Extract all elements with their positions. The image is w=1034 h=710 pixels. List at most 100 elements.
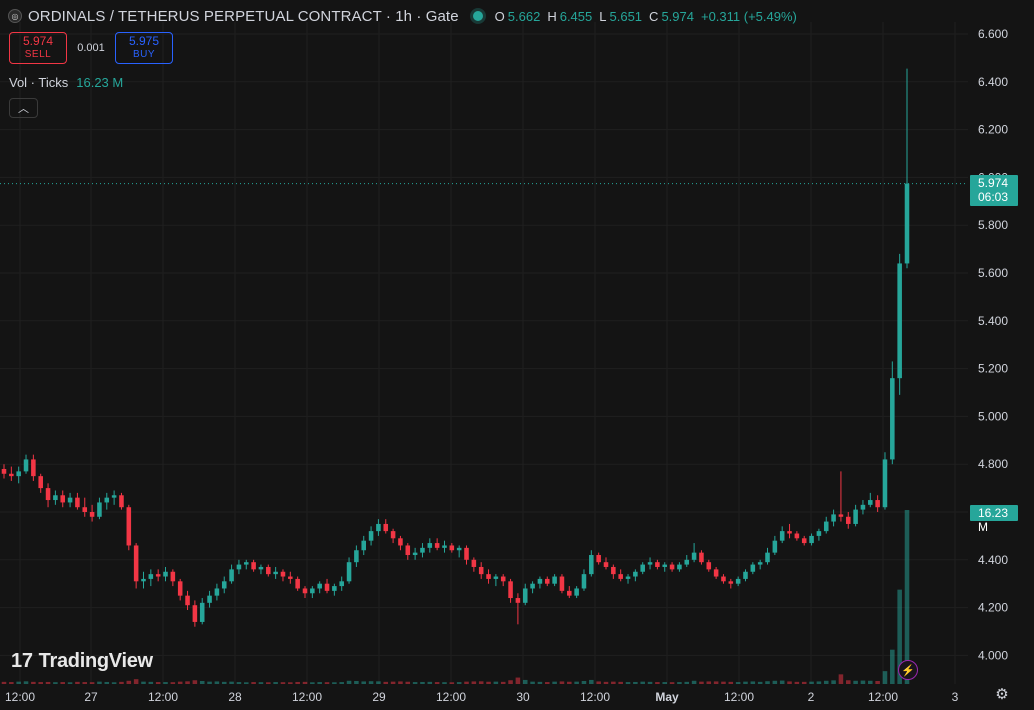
candle-body — [361, 540, 367, 551]
candle — [904, 68, 910, 269]
candle-body — [354, 550, 359, 563]
candle — [434, 538, 440, 551]
price-axis[interactable]: 6.6006.4006.2006.0005.8005.6005.4005.200… — [968, 0, 1034, 684]
time-axis[interactable]: 12:00 27 12:00 28 12:00 29 12:00 30 12:00 May 12:0… — [0, 684, 1034, 710]
volume-bar — [243, 682, 249, 684]
candle — [126, 504, 132, 551]
candle-body — [493, 576, 499, 579]
volume-bar — [669, 682, 675, 684]
price-tick-label: 4.000 — [978, 648, 1008, 662]
buy-button[interactable]: 5.975 BUY — [115, 32, 173, 64]
candle-body — [192, 605, 198, 622]
candle-body — [530, 583, 535, 589]
sell-button[interactable]: 5.974 SELL — [9, 32, 67, 64]
volume-bar — [515, 677, 521, 684]
candle — [662, 562, 668, 572]
price-axis-bg — [968, 0, 1034, 684]
candle-body — [611, 566, 616, 575]
volume-bar — [522, 679, 528, 684]
candle — [141, 571, 146, 589]
candle — [60, 490, 66, 508]
volume-bar — [75, 681, 80, 684]
chart-legend-header: ◎ ORDINALS / TETHERUS PERPETUAL CONTRACT… — [8, 6, 801, 26]
volume-bar — [890, 649, 895, 684]
candle — [816, 528, 822, 541]
volume-bar — [589, 679, 594, 684]
candle — [45, 483, 51, 508]
candle-body — [75, 497, 80, 508]
collapse-legend-button[interactable]: ︿ — [9, 98, 38, 118]
candle — [868, 492, 873, 508]
volume-bar — [471, 681, 477, 684]
symbol-title[interactable]: ORDINALS / TETHERUS PERPETUAL CONTRACT ·… — [28, 8, 459, 25]
gear-icon[interactable]: ⚙ — [994, 687, 1010, 703]
volume-bar — [596, 681, 601, 684]
volume-bar — [251, 682, 256, 684]
candle — [794, 531, 800, 541]
candle — [133, 543, 139, 589]
candle-body — [691, 552, 697, 560]
candle-body — [412, 552, 418, 556]
volume-bar — [1, 681, 7, 684]
time-tick-label: 12:00 — [580, 690, 610, 704]
price-chart[interactable]: 6.6006.4006.2006.0005.8005.6005.4005.200… — [0, 0, 1034, 710]
candle-body — [119, 495, 124, 508]
volume-bar — [493, 681, 499, 684]
candle-body — [280, 571, 286, 577]
candle-body — [471, 559, 477, 567]
candle — [801, 535, 807, 546]
candle — [633, 569, 638, 582]
candle-body — [706, 562, 712, 570]
volume-bar — [537, 681, 543, 684]
lightning-icon[interactable]: ⚡ — [898, 660, 918, 680]
candle-body — [133, 545, 139, 582]
candle-body — [537, 578, 543, 584]
chart-grid — [0, 22, 968, 684]
candle-body — [596, 555, 601, 563]
candle — [82, 497, 88, 517]
time-tick-label: 27 — [84, 690, 98, 704]
candle-body — [655, 562, 660, 567]
candle-body — [434, 543, 440, 548]
candle — [163, 566, 168, 582]
candle-body — [508, 581, 513, 599]
chevron-up-icon: ︿ — [18, 103, 29, 115]
candle — [706, 559, 712, 572]
volume-bar — [456, 682, 462, 684]
volume-legend-value: 16.23 M — [76, 75, 124, 90]
candle-body — [757, 562, 763, 565]
candle — [53, 490, 58, 505]
time-tick-label: 12:00 — [724, 690, 754, 704]
volume-bar — [111, 682, 117, 684]
candle-body — [897, 263, 902, 379]
volume-bar — [838, 674, 844, 684]
candle-body — [346, 562, 352, 582]
volume-bar — [383, 681, 389, 684]
tradingview-logo[interactable]: 17 TradingView — [11, 650, 153, 673]
spread-value: 0.001 — [77, 42, 105, 54]
volume-bar — [258, 682, 264, 684]
volume-bar — [38, 682, 43, 684]
volume-bar — [677, 682, 682, 684]
candle-body — [302, 588, 308, 594]
candle-body — [669, 564, 675, 570]
candle — [339, 576, 344, 591]
volume-bar — [185, 681, 190, 684]
volume-bar — [662, 682, 668, 684]
candle-body — [207, 595, 212, 603]
candle-body — [743, 571, 748, 579]
candle-body — [368, 531, 374, 541]
candle — [97, 497, 102, 520]
volume-bar — [97, 681, 102, 684]
candle-body — [111, 495, 117, 498]
volume-legend[interactable]: Vol · Ticks 16.23 M — [9, 75, 123, 90]
buy-price: 5.975 — [128, 34, 160, 48]
candle-body — [750, 564, 756, 572]
candle — [317, 581, 322, 594]
volume-bar — [544, 682, 550, 684]
sell-label: SELL — [24, 49, 52, 60]
volume-bar — [412, 682, 418, 684]
candle-body — [515, 598, 521, 603]
candle-body — [890, 378, 895, 460]
volume-bar — [581, 680, 587, 684]
